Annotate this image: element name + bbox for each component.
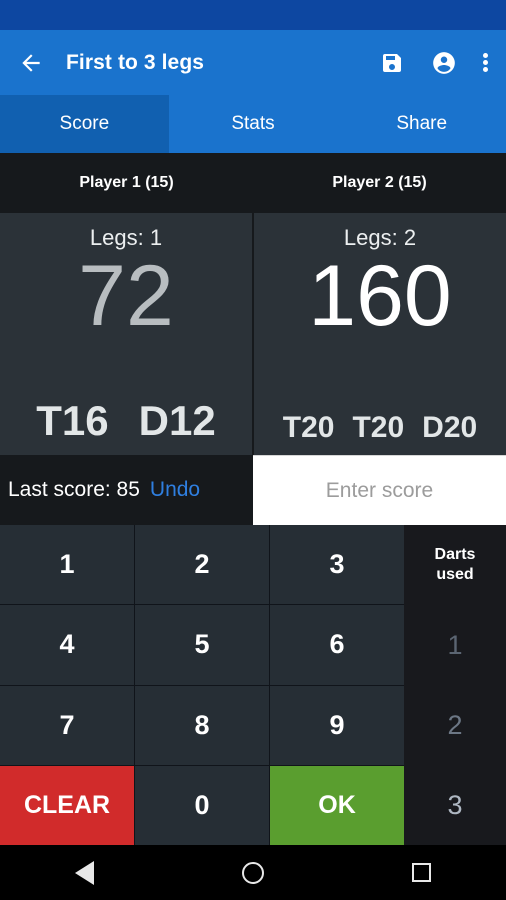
score-input-placeholder: Enter score — [325, 478, 434, 502]
undo-button[interactable]: Undo — [150, 478, 200, 502]
player-1-score: 72 — [78, 248, 174, 344]
tab-bar: Score Stats Share — [0, 95, 506, 153]
arrow-back-icon[interactable] — [14, 46, 48, 80]
save-floppy-icon[interactable] — [379, 50, 405, 76]
player-2-header: Player 2 (15) — [332, 174, 427, 191]
last-score-section: Last score: 85 Undo — [0, 455, 253, 525]
nav-home-circle-icon[interactable] — [229, 849, 277, 897]
darts-used-header-line2: used — [436, 566, 474, 583]
player-1-throw-2: D12 — [138, 397, 216, 444]
key-2[interactable]: 2 — [135, 525, 269, 605]
player-2-throw-1: T20 — [282, 411, 335, 444]
score-panels: Legs: 1 72 T16 D12 Legs: 2 160 T20 T20 D… — [0, 213, 506, 455]
player-2-throws: T20 T20 D20 — [254, 411, 506, 445]
nav-back-triangle-icon[interactable] — [60, 849, 108, 897]
player-header-row: Player 1 (15) Player 2 (15) — [0, 153, 506, 213]
key-5[interactable]: 5 — [135, 605, 269, 685]
player-2-score: 160 — [308, 248, 452, 344]
darts-used-1[interactable]: 1 — [404, 605, 506, 685]
player-2-throw-2: T20 — [352, 411, 405, 444]
keypad-area: 1 2 3 4 5 6 7 8 9 CLEAR 0 OK Darts used … — [0, 525, 506, 845]
last-score-label: Last score: 85 — [8, 478, 140, 501]
player-1-throw-1: T16 — [36, 397, 109, 444]
tab-score[interactable]: Score — [0, 95, 169, 153]
player-2-throw-3: D20 — [422, 411, 478, 444]
darts-used-column: Darts used 1 2 3 — [404, 525, 506, 845]
page-title: First to 3 legs — [66, 50, 205, 74]
darts-used-3[interactable]: 3 — [404, 765, 506, 845]
key-8[interactable]: 8 — [135, 685, 269, 765]
key-6[interactable]: 6 — [270, 605, 404, 685]
key-3[interactable]: 3 — [270, 525, 404, 605]
tab-share[interactable]: Share — [337, 95, 506, 153]
clear-button[interactable]: CLEAR — [0, 765, 134, 845]
ok-button[interactable]: OK — [270, 765, 404, 845]
darts-used-2[interactable]: 2 — [404, 685, 506, 765]
last-score-bar: Last score: 85 Undo Enter score — [0, 455, 506, 525]
tab-stats[interactable]: Stats — [169, 95, 338, 153]
numeric-keypad: 1 2 3 4 5 6 7 8 9 CLEAR 0 OK — [0, 525, 404, 845]
darts-used-header: Darts used — [404, 525, 506, 605]
darts-used-header-line1: Darts — [434, 546, 476, 563]
key-1[interactable]: 1 — [0, 525, 134, 605]
key-4[interactable]: 4 — [0, 605, 134, 685]
key-9[interactable]: 9 — [270, 685, 404, 765]
player-1-throws: T16 D12 — [0, 397, 252, 445]
more-vert-icon[interactable] — [483, 53, 488, 72]
player-1-panel[interactable]: Legs: 1 72 T16 D12 — [0, 213, 252, 455]
app-root: First to 3 legs Score Stats Share Player… — [0, 0, 506, 900]
score-input-field[interactable]: Enter score — [253, 455, 506, 525]
nav-recents-square-icon[interactable] — [398, 849, 446, 897]
player-1-header: Player 1 (15) — [79, 174, 174, 191]
status-bar — [0, 0, 506, 30]
account-circle-icon[interactable] — [431, 50, 457, 76]
android-nav-bar — [0, 845, 506, 900]
key-0[interactable]: 0 — [135, 765, 269, 845]
key-7[interactable]: 7 — [0, 685, 134, 765]
app-bar: First to 3 legs — [0, 30, 506, 95]
app-bar-actions — [379, 50, 488, 76]
player-2-panel[interactable]: Legs: 2 160 T20 T20 D20 — [252, 213, 506, 455]
